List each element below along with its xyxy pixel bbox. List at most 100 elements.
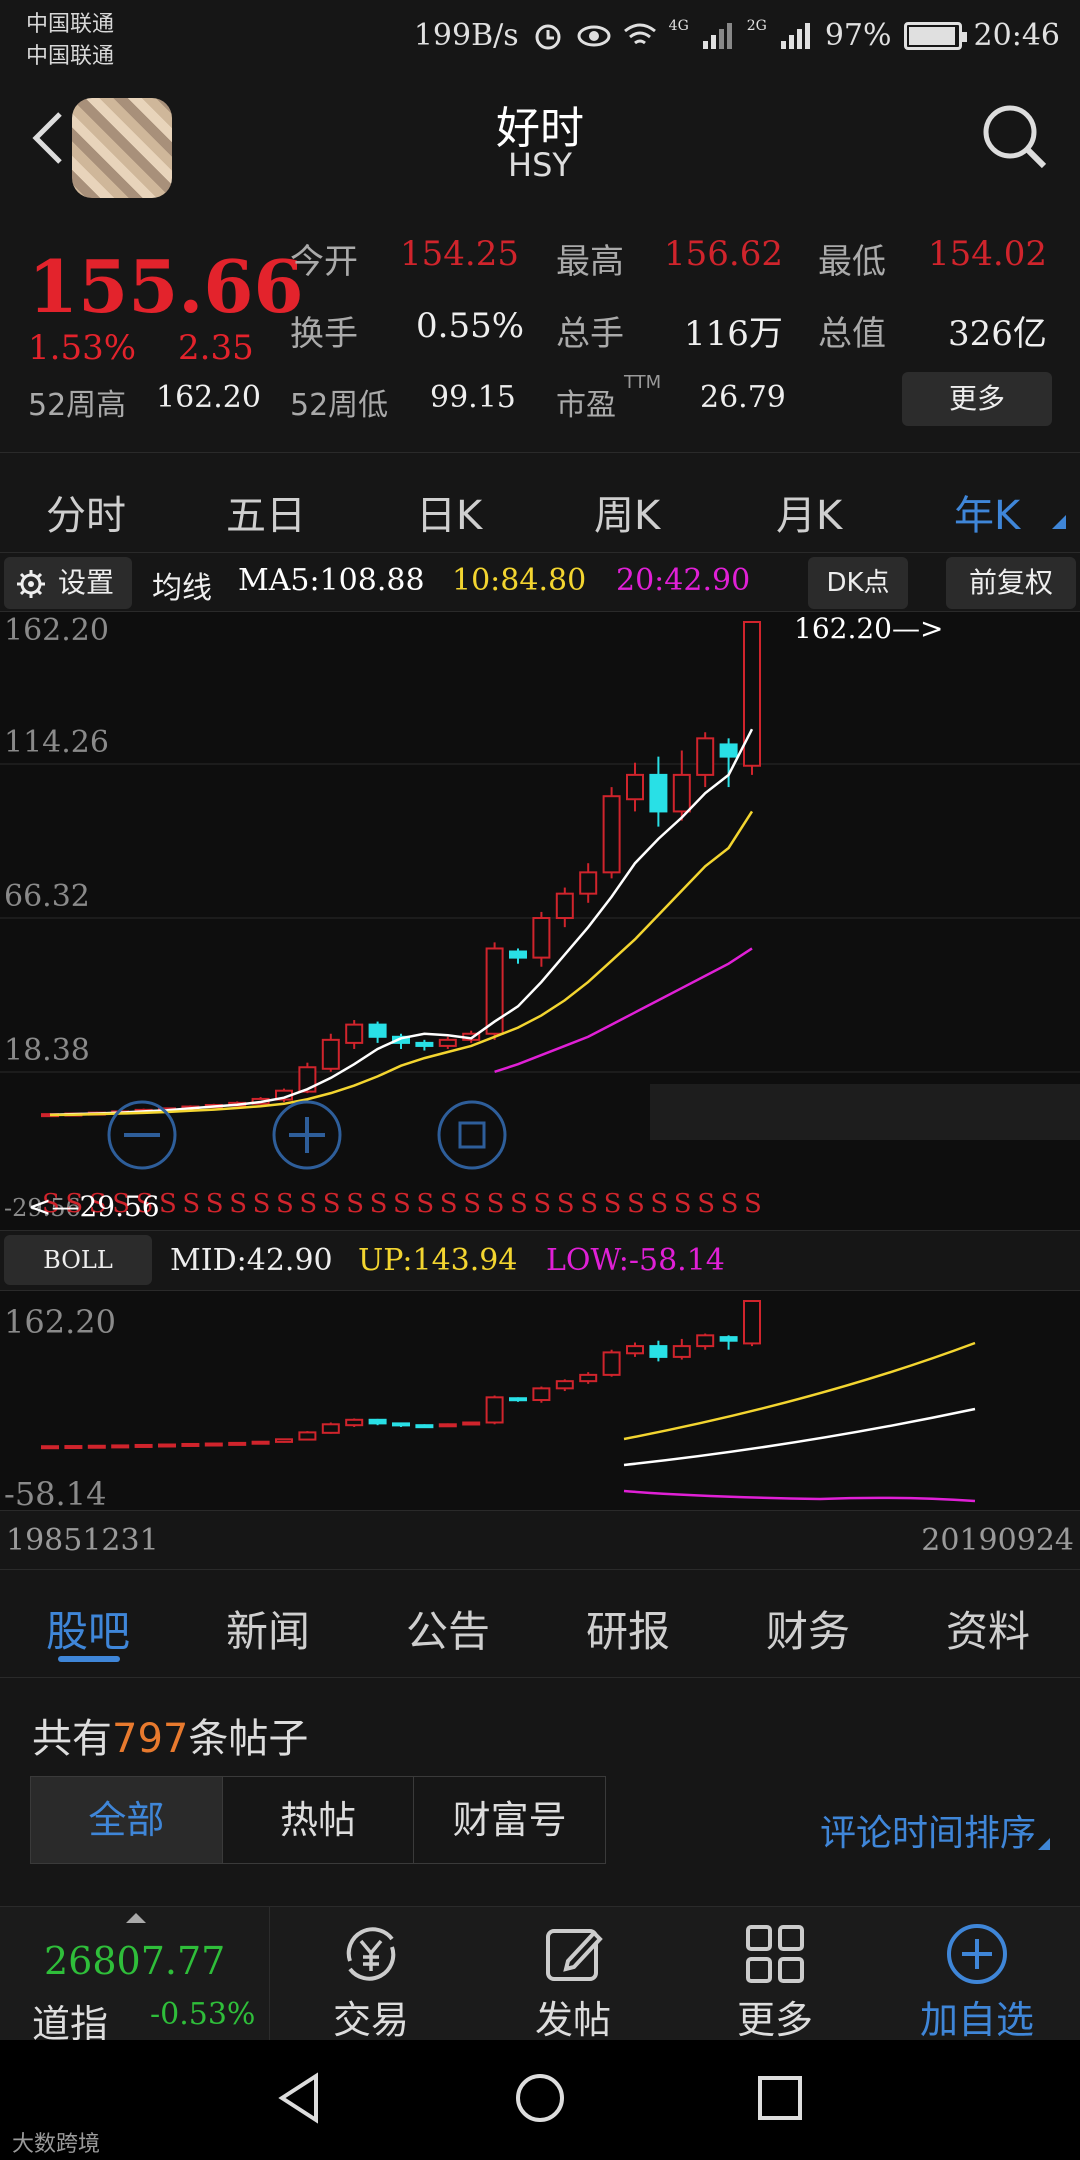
status-right: 199B/s 4G 2G 97% 20:46 [413,18,1060,54]
more-button[interactable]: 更多 [902,372,1052,426]
add-watchlist-button[interactable]: 加自选 [882,1907,1072,2042]
boll-candle-body [158,1443,176,1448]
trade-button[interactable]: 交易 [276,1907,466,2042]
boll-candle-body [719,1336,738,1342]
dk-point-button[interactable]: DK点 [808,557,908,609]
tab-announcements[interactable]: 公告 [406,1598,490,1659]
net-speed: 199B/s [413,18,519,53]
signal-marker: S [370,1189,388,1219]
nav-back-icon[interactable] [270,2068,330,2128]
tab-intraday[interactable]: 分时 [46,483,126,541]
tab-finance[interactable]: 财务 [766,1598,850,1659]
signal-marker: S [159,1189,177,1219]
tab-news[interactable]: 新闻 [226,1598,310,1659]
settings-label: 设置 [58,566,115,599]
filter-wealth[interactable]: 财富号 [414,1777,605,1863]
boll-candle-body [438,1423,457,1428]
header: 好时 HSY [0,80,1080,200]
tab-yearly-k[interactable]: 年K [954,483,1020,541]
posts-number: 797 [112,1716,189,1762]
tab-five-day[interactable]: 五日 [226,483,306,541]
pe-ttm-sup: TTM [624,372,662,393]
signal-2g-icon [780,22,810,49]
nav-home-icon[interactable] [510,2068,570,2128]
w52-high-value: 162.20 [156,380,261,415]
volume-label: 总手 [556,314,624,354]
signal-marker: S [510,1189,528,1219]
sort-button[interactable]: 评论时间排序 [820,1804,1036,1856]
boll-candle-body [532,1387,551,1402]
tab-daily-k[interactable]: 日K [416,483,482,541]
post-label: 发帖 [534,1998,611,2042]
ma10-line [49,810,754,1117]
index-ticker[interactable]: 26807.77 道指 -0.53% [0,1907,270,2046]
signal-marker: S [627,1189,645,1219]
boll-candle-body [509,1397,527,1402]
highlight-band [650,1084,1080,1140]
boll-candle-body [462,1421,481,1426]
tab-guba[interactable]: 股吧 [46,1598,130,1659]
carrier-1: 中国联通 [26,12,115,37]
last-price: 155.66 [28,244,304,329]
system-nav-bar [0,2040,1080,2160]
boll-candle-body [555,1380,574,1390]
signal-marker: S [487,1189,505,1219]
caret-up-icon [126,1913,146,1923]
ma5-line [49,728,754,1117]
filter-hot[interactable]: 热帖 [223,1777,415,1863]
boll-low: LOW:-58.14 [546,1243,725,1278]
candle-body [345,1023,364,1044]
boll-candle-body [602,1351,621,1376]
gear-icon [17,570,45,598]
edit-icon [546,1929,603,1981]
search-icon[interactable] [980,102,1050,172]
nav-recents-icon[interactable] [750,2068,810,2128]
boll-candle-body [345,1418,364,1427]
stock-ticker: HSY [508,146,572,184]
kline-chart[interactable]: 162.20 114.26 66.32 18.38 -29.56 SSSSSSS… [0,612,1080,1230]
news-tabs: 股吧 新闻 公告 研报 财务 资料 [0,1570,1080,1678]
high-value: 156.62 [664,234,783,274]
post-button[interactable]: 发帖 [478,1907,668,2042]
crosshair-icon[interactable] [437,1100,507,1170]
more-tools-button[interactable]: 更多 [680,1907,870,2042]
signal-marker: S [229,1189,247,1219]
tab-weekly-k[interactable]: 周K [594,483,660,541]
tab-dropdown-icon[interactable] [1052,515,1066,529]
boll-candle-body [275,1438,293,1443]
filter-all[interactable]: 全部 [31,1777,223,1863]
zoom-in-icon[interactable] [272,1100,342,1170]
boll-chart[interactable]: 162.20 -58.14 [0,1290,1080,1513]
signal-marker: S [416,1189,434,1219]
candle-body [743,621,761,767]
sort-dropdown-icon[interactable] [1038,1838,1050,1850]
index-value: 26807.77 [44,1939,226,1983]
tab-research[interactable]: 研报 [586,1598,670,1659]
boll-button[interactable]: BOLL [4,1235,152,1285]
period-tabs: 分时 五日 日K 周K 月K 年K [0,452,1080,552]
candle-body [602,795,621,874]
posts-prefix: 共有 [32,1716,112,1762]
wifi-icon [623,23,656,44]
boll-candle-body [298,1431,317,1441]
carrier-2: 中国联通 [26,44,115,69]
low-value: 154.02 [928,234,1047,274]
y-label-3: 66.32 [4,879,90,914]
w52-high-label: 52周高 [28,388,127,423]
turnover-value: 0.55% [416,306,525,346]
settings-button[interactable]: 设置 [4,557,132,609]
boll-candle-body [649,1345,668,1358]
adjust-button[interactable]: 前复权 [946,557,1076,609]
candle-body [719,743,738,758]
ma20-line [494,947,753,1074]
boll-candle-body [181,1442,200,1447]
open-label: 今开 [290,242,358,282]
tab-profile[interactable]: 资料 [946,1598,1030,1659]
y-label-2: 114.26 [4,725,109,760]
post-filter-group: 全部 热帖 财富号 [30,1776,606,1864]
boll-candle-body [204,1442,223,1447]
clock: 20:46 [973,18,1060,53]
candles [41,621,761,1118]
boll-y-bottom: -58.14 [4,1475,106,1511]
tab-monthly-k[interactable]: 月K [776,483,842,541]
